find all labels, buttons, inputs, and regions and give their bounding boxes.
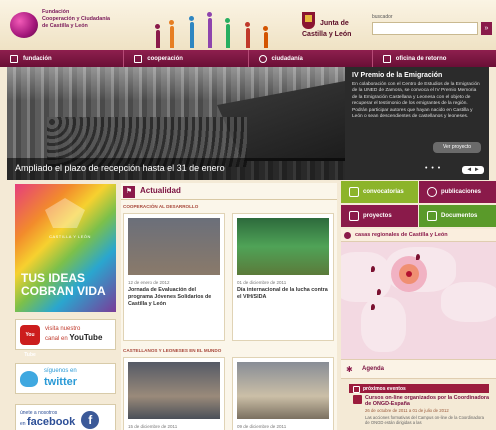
castilla-leon-logo-icon: [45, 198, 85, 228]
book-icon: [427, 187, 437, 197]
news-photo[interactable]: [237, 218, 329, 275]
section-cooperacion[interactable]: COOPERACIÓN AL DESARROLLO: [123, 204, 198, 209]
ver-proyecto-button[interactable]: Ver proyecto: [433, 142, 481, 153]
main-nav: fundación cooperación ciudadanía oficina…: [0, 50, 496, 67]
news-card[interactable]: 01 de diciembre de 2011 Día internaciona…: [232, 213, 334, 341]
casas-regionales-map[interactable]: [341, 242, 496, 359]
news-card[interactable]: 12 de enero de 2012 Jornada de Evaluació…: [123, 213, 225, 341]
proximos-eventos-bar[interactable]: próximos eventos: [349, 384, 489, 393]
slider-dots[interactable]: • • •: [425, 165, 441, 172]
nav-cooperacion[interactable]: cooperación: [124, 50, 249, 67]
map-land: [361, 297, 406, 352]
flag-icon: ⚑: [123, 186, 135, 198]
twitter-link[interactable]: síguenos en twitter: [15, 363, 116, 394]
twitter-bird-icon: [20, 370, 38, 387]
news-card[interactable]: 15 de diciembre de 2011: [123, 357, 225, 430]
promo-banner[interactable]: CASTILLA Y LEÓN TUS IDEAS COBRAN VIDA: [15, 184, 116, 312]
agenda-header: ✱ Agenda: [341, 359, 496, 379]
tile-proyectos[interactable]: proyectos: [341, 205, 418, 227]
search-label: buscador: [372, 14, 393, 20]
document-icon: [427, 211, 437, 221]
promo-text: TUS IDEAS COBRAN VIDA: [21, 271, 106, 299]
map-land: [341, 252, 391, 302]
news-photo[interactable]: [128, 362, 220, 419]
hero-panel: IV Premio de la Emigración En colaboraci…: [345, 67, 489, 180]
map-pin-icon[interactable]: [371, 266, 375, 272]
actualidad-header: ⚑ Actualidad: [121, 183, 337, 200]
asterisk-icon: ✱: [346, 365, 353, 374]
globe-icon: [258, 54, 267, 63]
map-highlight: [406, 271, 412, 277]
shield-icon: [302, 12, 315, 29]
youtube-link[interactable]: You Tube visita nuestro canal en YouTube: [15, 319, 116, 358]
map-pin-icon[interactable]: [371, 304, 375, 310]
right-column: convocatorias publicaciones proyectos Do…: [341, 181, 496, 430]
hero-slider: Ampliado el plazo de recepción hasta el …: [7, 67, 489, 180]
fundacion-name[interactable]: Fundación Cooperación y Ciudadanía de Ca…: [42, 9, 134, 29]
search-button[interactable]: »: [481, 22, 492, 35]
person-icon: [382, 54, 391, 63]
junta-logo[interactable]: Junta de Castilla y León: [302, 10, 364, 44]
news-card[interactable]: 09 de diciembre de 2011: [232, 357, 334, 430]
nav-fundacion[interactable]: fundación: [0, 50, 125, 67]
slider-arrows[interactable]: ◄ ►: [462, 166, 484, 174]
news-photo[interactable]: [237, 362, 329, 419]
youtube-icon: You Tube: [20, 324, 40, 358]
site-header: Fundación Cooperación y Ciudadanía de Ca…: [0, 0, 496, 50]
people-icon: [134, 54, 143, 63]
hero-caption[interactable]: Ampliado el plazo de recepción hasta el …: [7, 158, 345, 180]
facebook-icon: f: [81, 410, 100, 429]
facebook-link[interactable]: únete a nosotros en facebook f: [15, 404, 116, 430]
actualidad-section: ⚑ Actualidad COOPERACIÓN AL DESARROLLO 1…: [121, 183, 337, 430]
event-date: 26 de octubre de 2011 a 01 de julio de 2…: [365, 408, 449, 413]
tile-convocatorias[interactable]: convocatorias: [341, 181, 418, 203]
people-illustration: [150, 4, 280, 48]
event-icon: [353, 395, 362, 404]
projects-icon: [349, 211, 359, 221]
tile-publicaciones[interactable]: publicaciones: [419, 181, 496, 203]
tile-documentos[interactable]: Documentos: [419, 205, 496, 227]
home-icon: [10, 54, 18, 63]
nav-oficina-retorno[interactable]: oficina de retorno: [373, 50, 496, 67]
event-description: Las acciones formativas del Campus on-li…: [365, 415, 484, 426]
event-title[interactable]: Cursos on-line organizados por la Coordi…: [365, 395, 489, 408]
section-castellanos[interactable]: CASTELLANOS Y LEONESES EN EL MUNDO: [123, 348, 221, 353]
map-pin-icon[interactable]: [377, 289, 381, 295]
hero-panel-title: IV Premio de la Emigración: [352, 72, 443, 79]
nav-ciudadania[interactable]: ciudadanía: [249, 50, 373, 67]
map-land: [441, 282, 496, 322]
news-photo[interactable]: [128, 218, 220, 275]
map-title[interactable]: casas regionales de Castilla y León: [341, 229, 496, 242]
fundacion-logo[interactable]: [10, 12, 38, 38]
map-pin-icon[interactable]: [416, 254, 420, 260]
search-input[interactable]: [372, 22, 478, 35]
hero-panel-text: En colaboración con el Centro de Estudio…: [352, 82, 480, 120]
calendar-icon: [349, 187, 359, 197]
